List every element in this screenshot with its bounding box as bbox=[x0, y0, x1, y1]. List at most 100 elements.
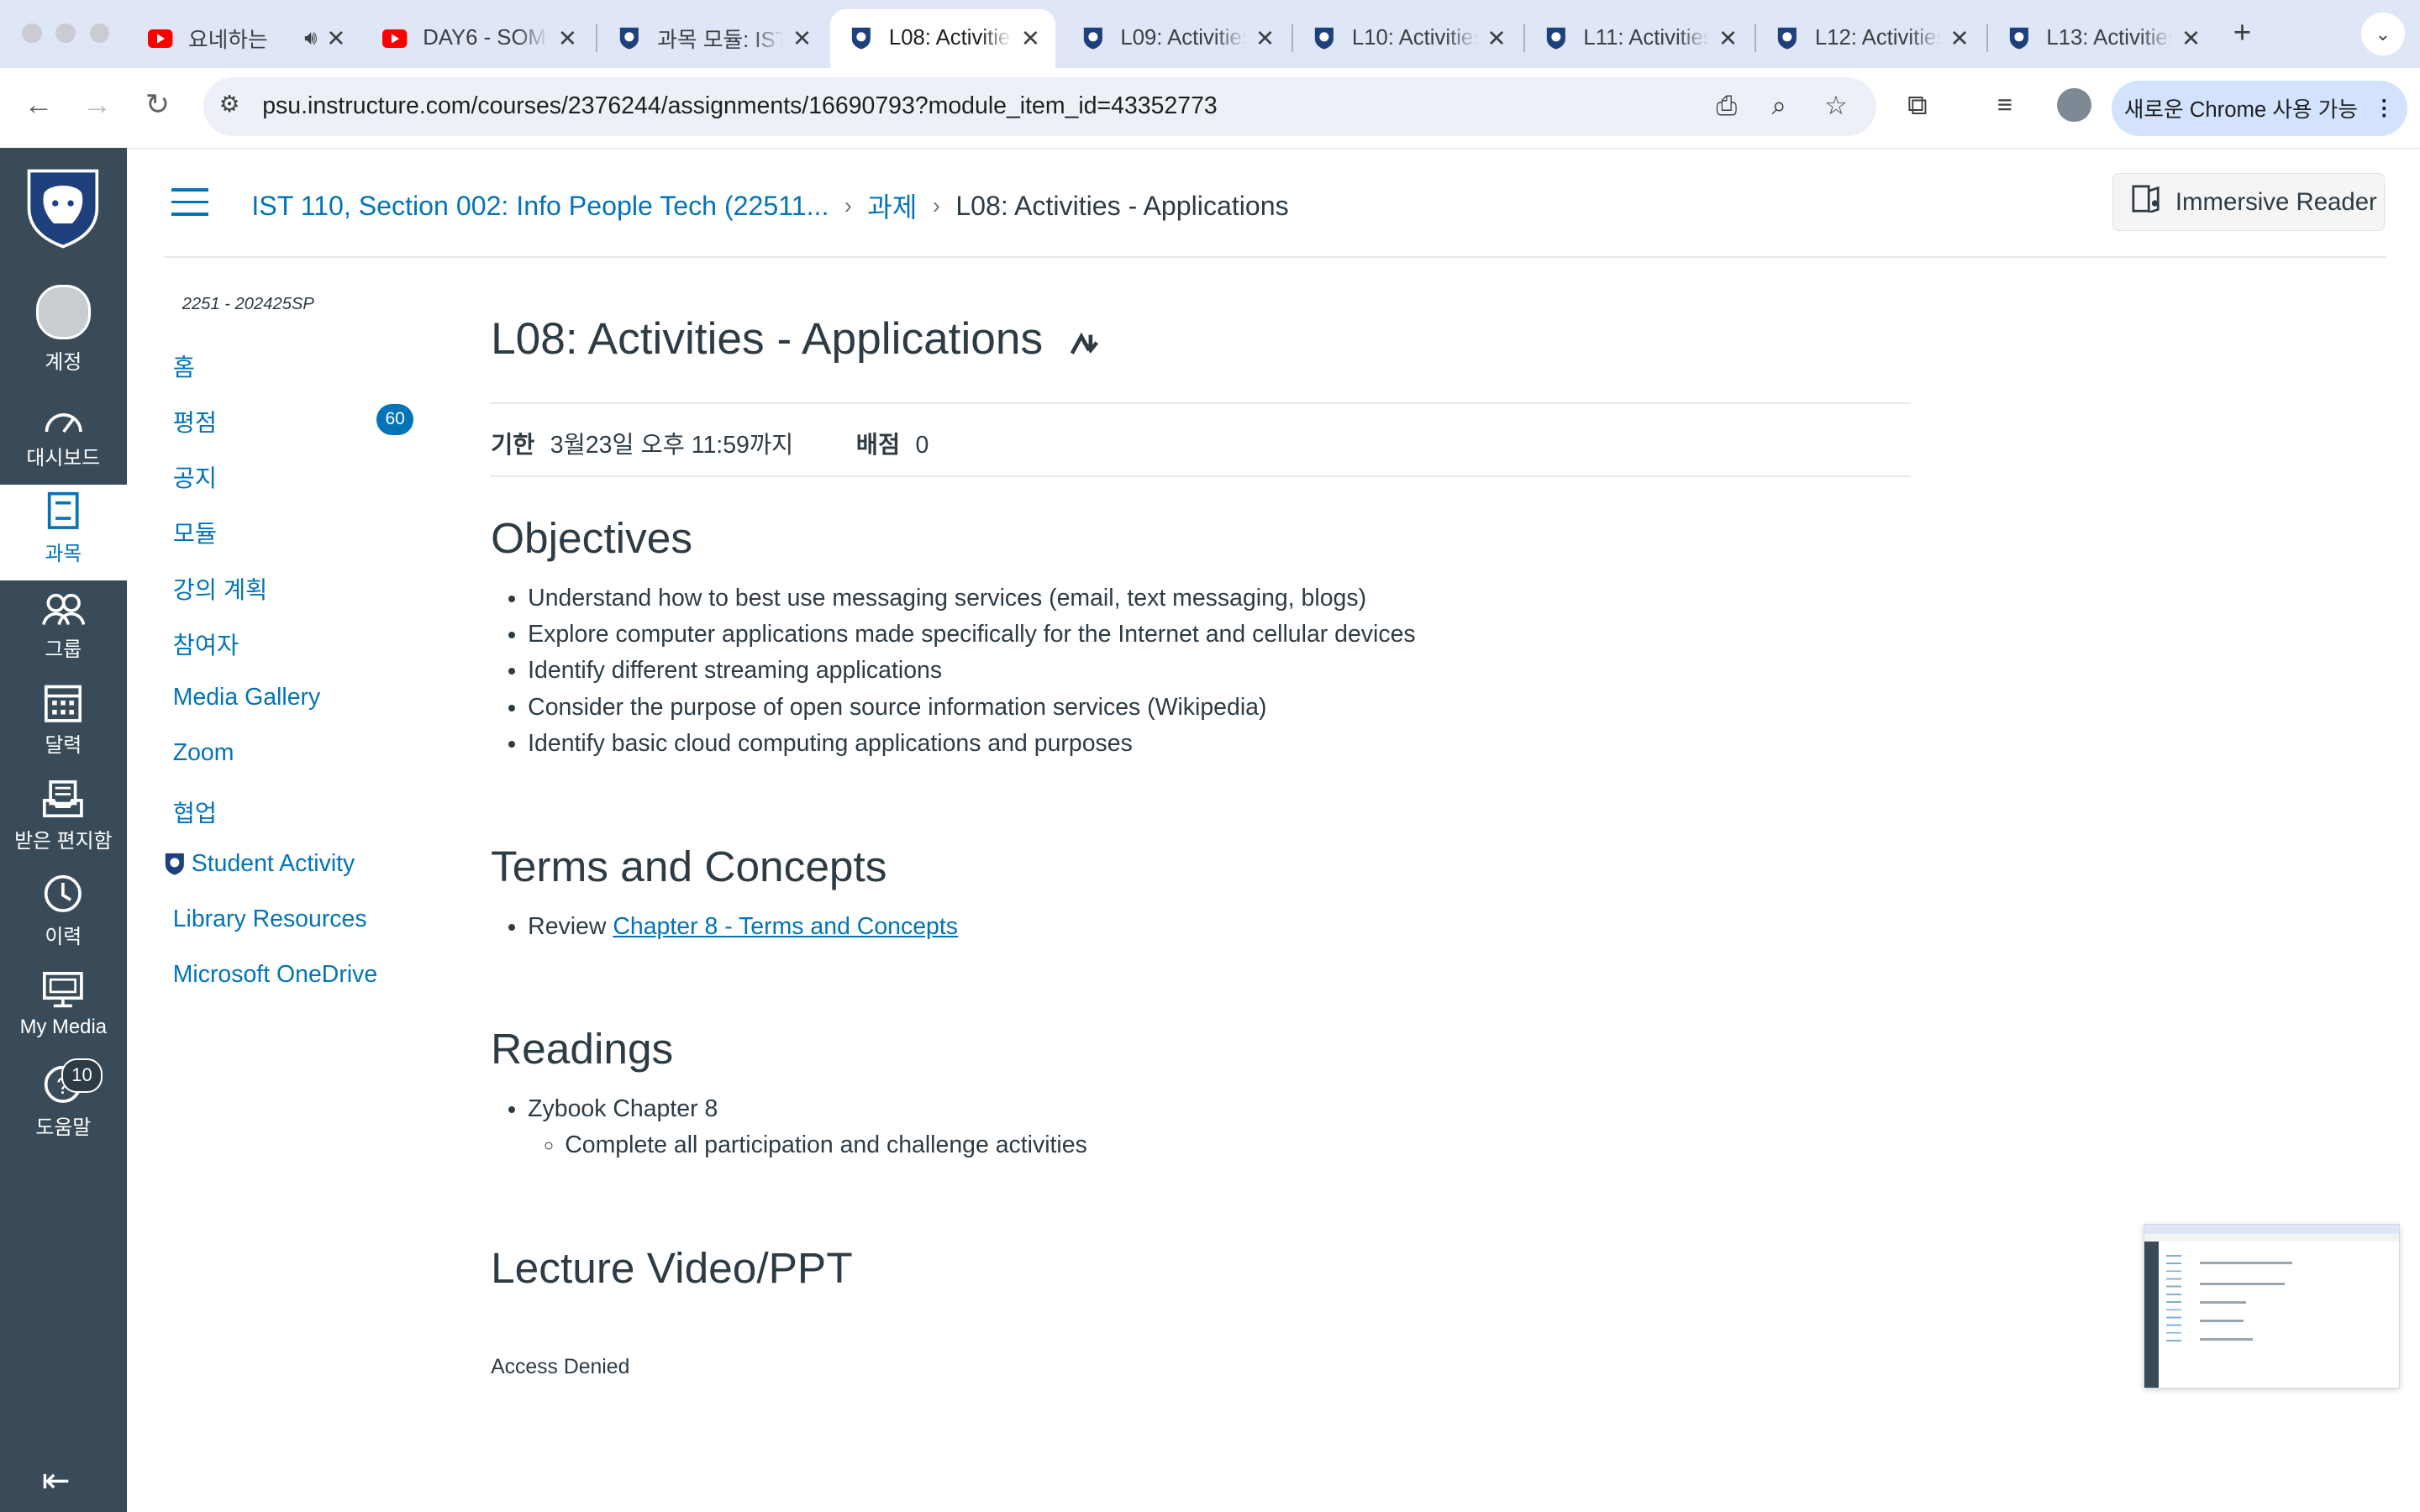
close-tab-icon[interactable]: ✕ bbox=[1718, 25, 1738, 52]
immersive-reader-icon bbox=[2132, 185, 2163, 219]
list-item: Identify different streaming application… bbox=[528, 653, 1415, 689]
course-nav-people[interactable]: 참여자 bbox=[173, 627, 239, 661]
list-item: Review Chapter 8 - Terms and Concepts bbox=[528, 909, 958, 945]
zoom-icon[interactable]: ⌕ bbox=[1772, 91, 1786, 122]
reload-icon[interactable]: ↻ bbox=[137, 88, 177, 122]
site-info-icon[interactable]: ⚙ bbox=[219, 91, 240, 118]
readings-list: Zybook Chapter 8 Complete all participat… bbox=[491, 1091, 1087, 1164]
global-navigation: 계정 대시보드 과목 그룹 달력 받은 편지함 이력 My Media ? 도움… bbox=[0, 148, 127, 1512]
immersive-reader-button[interactable]: Immersive Reader bbox=[2112, 172, 2385, 232]
global-nav-account[interactable]: 계정 bbox=[0, 284, 127, 380]
global-nav-my-media[interactable]: My Media bbox=[0, 963, 127, 1058]
global-nav-history[interactable]: 이력 bbox=[0, 867, 127, 963]
psu-shield-icon bbox=[164, 852, 186, 883]
close-tab-icon[interactable]: ✕ bbox=[1255, 25, 1275, 52]
collapse-nav-icon[interactable]: ⇤ bbox=[42, 1460, 71, 1500]
global-nav-dashboard[interactable]: 대시보드 bbox=[0, 389, 127, 485]
close-tab-icon[interactable]: ✕ bbox=[1021, 25, 1040, 52]
psu-shield-icon bbox=[1544, 26, 1568, 50]
chrome-update-button[interactable]: 새로운 Chrome 사용 가능 ⋮ bbox=[2111, 80, 2408, 136]
address-bar[interactable]: ⚙ psu.instructure.com/courses/2376244/as… bbox=[203, 76, 1877, 136]
breadcrumb-current: L08: Activities - Applications bbox=[955, 190, 1289, 221]
course-nav-onedrive[interactable]: Microsoft OneDrive bbox=[173, 961, 378, 989]
access-denied-message: Access Denied bbox=[491, 1356, 630, 1379]
browser-tab[interactable]: DAY6 - SOM ✕ bbox=[364, 9, 592, 68]
media-control-icon[interactable]: ≡ bbox=[1997, 90, 2012, 120]
objectives-heading: Objectives bbox=[491, 512, 693, 562]
history-icon bbox=[43, 867, 83, 913]
close-tab-icon[interactable]: ✕ bbox=[558, 25, 577, 52]
inbox-icon bbox=[43, 771, 84, 818]
screenshot-thumbnail-preview[interactable] bbox=[2144, 1223, 2401, 1389]
breadcrumb: IST 110, Section 002: Info People Tech (… bbox=[251, 186, 1288, 225]
close-tab-icon[interactable]: ✕ bbox=[326, 25, 345, 52]
points-value: 0 bbox=[915, 431, 929, 459]
breadcrumb-course-link[interactable]: IST 110, Section 002: Info People Tech (… bbox=[251, 191, 829, 222]
browser-tab[interactable]: 요네하는 🔊︎ ✕ bbox=[129, 9, 361, 68]
course-nav-home[interactable]: 홈 bbox=[173, 349, 195, 383]
back-icon[interactable]: ← bbox=[18, 88, 59, 122]
chapter-8-terms-link[interactable]: Chapter 8 - Terms and Concepts bbox=[613, 913, 958, 940]
browser-tab[interactable]: L10: Activities ✕ bbox=[1293, 9, 1522, 68]
global-nav-calendar[interactable]: 달력 bbox=[0, 675, 127, 771]
list-subitem: Complete all participation and challenge… bbox=[565, 1127, 1087, 1163]
breadcrumb-separator-icon: › bbox=[932, 192, 940, 219]
close-tab-icon[interactable]: ✕ bbox=[1487, 25, 1507, 52]
grades-count-badge: 60 bbox=[376, 404, 414, 435]
course-nav-grades[interactable]: 평점 bbox=[173, 404, 217, 438]
course-nav-announcements[interactable]: 공지 bbox=[173, 459, 217, 494]
browser-tab[interactable]: L11: Activities ✕ bbox=[1525, 9, 1754, 68]
global-nav-courses[interactable]: 과목 bbox=[0, 484, 127, 580]
browser-tab[interactable]: L09: Activities ✕ bbox=[1062, 9, 1291, 68]
dashboard-icon bbox=[42, 389, 85, 435]
course-nav-modules[interactable]: 모듈 bbox=[173, 515, 217, 549]
course-nav-library-resources[interactable]: Library Resources bbox=[173, 906, 367, 933]
course-nav-zoom[interactable]: Zoom bbox=[173, 739, 234, 767]
course-nav-student-activity[interactable]: Student Activity bbox=[192, 850, 355, 878]
psu-shield-icon bbox=[849, 26, 873, 50]
url-text[interactable]: psu.instructure.com/courses/2376244/assi… bbox=[262, 92, 1218, 120]
window-zoom-button[interactable] bbox=[89, 23, 110, 44]
browser-tab[interactable]: L13: Activities ✕ bbox=[1988, 9, 2217, 68]
profile-avatar[interactable] bbox=[2057, 87, 2091, 123]
course-nav-syllabus[interactable]: 강의 계획 bbox=[173, 571, 268, 606]
close-tab-icon[interactable]: ✕ bbox=[792, 25, 812, 52]
calendar-icon bbox=[45, 675, 82, 722]
groups-icon bbox=[41, 580, 85, 627]
list-item: Consider the purpose of open source info… bbox=[528, 690, 1415, 726]
due-label: 기한 bbox=[491, 431, 535, 459]
assignment-title: L08: Activities - Applications bbox=[491, 313, 1105, 367]
psu-shield-icon bbox=[1081, 26, 1105, 50]
window-close-button[interactable] bbox=[21, 23, 42, 44]
breadcrumb-assignments-link[interactable]: 과제 bbox=[867, 186, 917, 225]
browser-tab[interactable]: L12: Activities ✕ bbox=[1756, 9, 1985, 68]
browser-tab[interactable]: 과목 모듈: IST ✕ bbox=[599, 9, 828, 68]
list-item: Understand how to best use messaging ser… bbox=[528, 580, 1415, 617]
install-app-icon[interactable]: ⎙ bbox=[1716, 91, 1737, 122]
close-tab-icon[interactable]: ✕ bbox=[1950, 25, 1970, 52]
course-menu-toggle-icon[interactable] bbox=[171, 188, 208, 225]
browser-tab-active[interactable]: L08: Activities ✕ bbox=[830, 9, 1056, 68]
assignment-details: 기한 3월23일 오후 11:59까지 배점 0 bbox=[491, 426, 929, 460]
course-nav-media-gallery[interactable]: Media Gallery bbox=[173, 684, 321, 711]
browser-tab-strip: 요네하는 🔊︎ ✕ DAY6 - SOM ✕ 과목 모듈: IST ✕ L08:… bbox=[0, 0, 2420, 68]
new-tab-button[interactable]: + bbox=[2233, 15, 2251, 50]
list-item: Identify basic cloud computing applicati… bbox=[528, 726, 1415, 762]
extensions-icon[interactable]: ⧉ bbox=[1907, 90, 1928, 122]
readings-heading: Readings bbox=[491, 1023, 674, 1073]
psu-logo[interactable] bbox=[24, 166, 102, 249]
course-nav-collaborations[interactable]: 협업 bbox=[173, 795, 217, 829]
bookmark-star-icon[interactable]: ☆ bbox=[1824, 91, 1848, 121]
global-nav-inbox[interactable]: 받은 편지함 bbox=[0, 771, 127, 867]
kebab-menu-icon[interactable]: ⋮ bbox=[2373, 96, 2395, 121]
help-notification-badge: 10 bbox=[61, 1058, 103, 1093]
lecture-heading: Lecture Video/PPT bbox=[491, 1242, 853, 1292]
terms-heading: Terms and Concepts bbox=[491, 842, 887, 890]
speaker-icon[interactable]: 🔊︎ bbox=[304, 27, 317, 50]
forward-icon[interactable]: → bbox=[77, 88, 118, 122]
window-minimize-button[interactable] bbox=[55, 23, 76, 44]
global-nav-groups[interactable]: 그룹 bbox=[0, 580, 127, 676]
ally-download-icon[interactable] bbox=[1071, 316, 1104, 367]
tab-search-button[interactable]: ⌄ bbox=[2361, 12, 2405, 56]
close-tab-icon[interactable]: ✕ bbox=[2181, 25, 2201, 52]
